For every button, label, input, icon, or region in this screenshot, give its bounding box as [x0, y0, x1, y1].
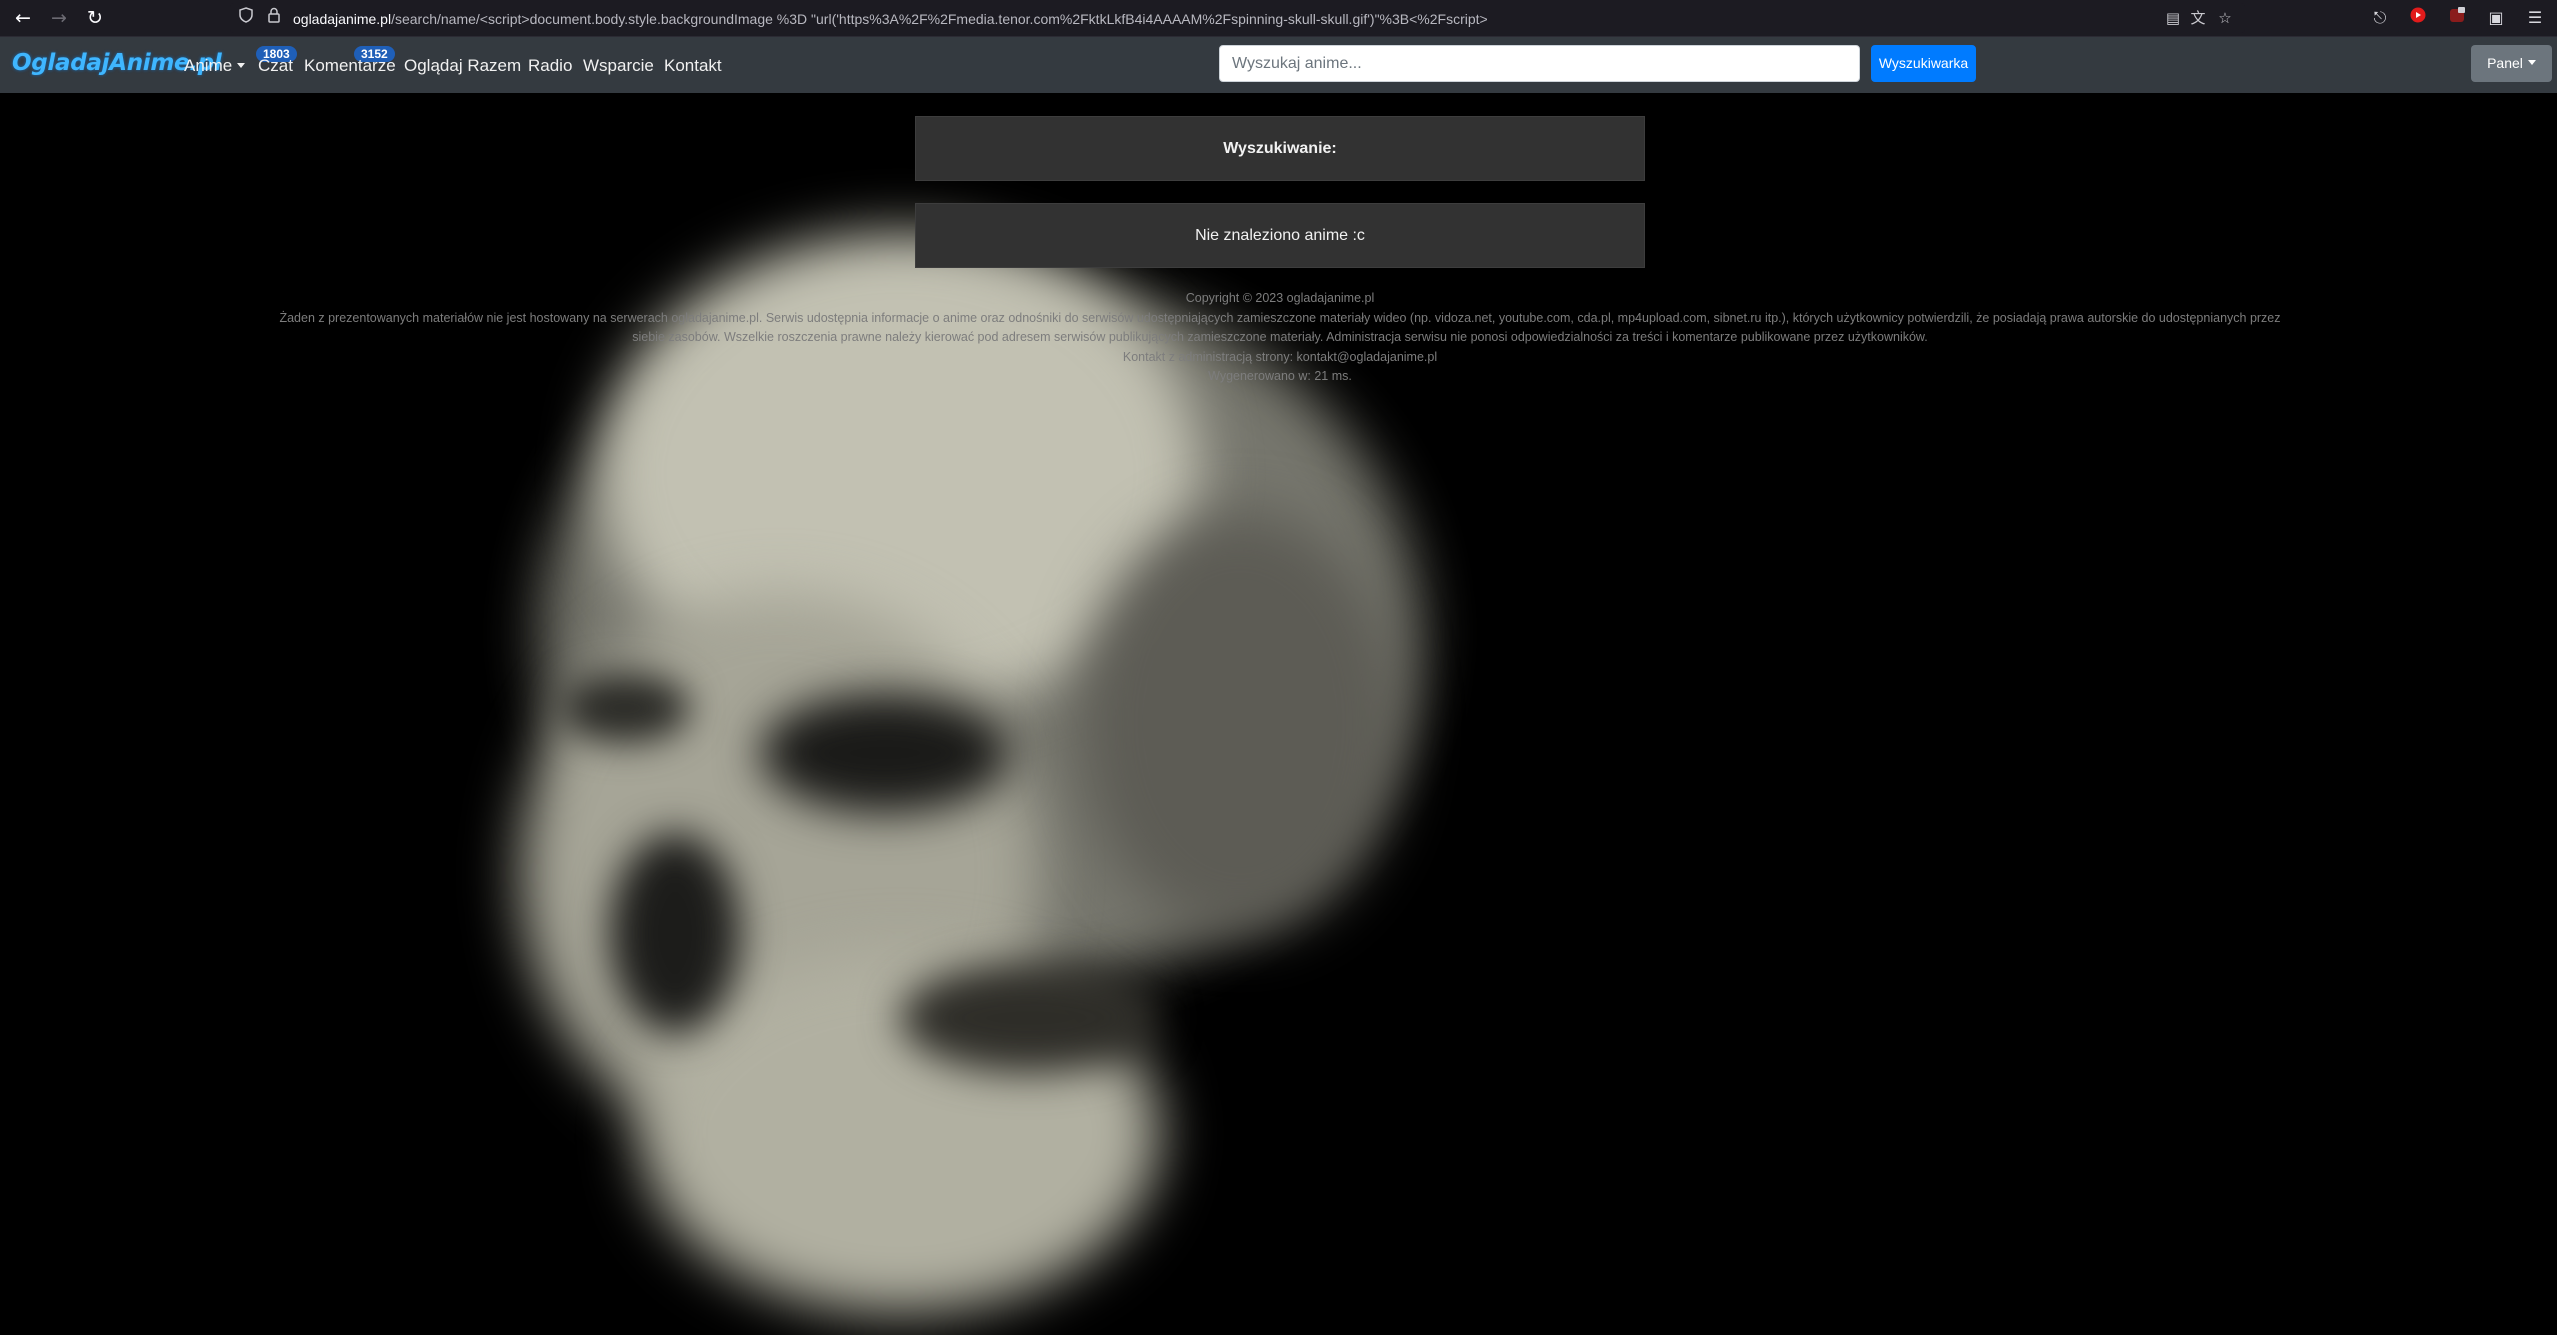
nav-radio[interactable]: Radio: [528, 55, 572, 77]
search-heading-card: Wyszukiwanie:: [915, 116, 1645, 181]
panel-button-label: Panel: [2487, 55, 2523, 71]
reload-icon[interactable]: ↻: [82, 5, 108, 31]
footer-contact: Kontakt z administracją strony: kontakt@…: [1122, 349, 1438, 364]
back-arrow-icon[interactable]: ←: [10, 5, 36, 31]
forward-arrow-icon[interactable]: →: [46, 5, 72, 31]
nav-ogladaj-razem[interactable]: Oglądaj Razem: [404, 55, 521, 77]
site-navbar: OgladajAnime.pl Anime 1803 Czat 3152 Kom…: [0, 37, 2557, 93]
addon-icon[interactable]: [2445, 6, 2469, 30]
nav-anime-label: Anime: [184, 56, 233, 75]
menu-icon[interactable]: ☰: [2523, 6, 2547, 30]
nav-czat[interactable]: Czat: [258, 55, 293, 77]
footer-generated-time: Wygenerowano w: 21 ms.: [1208, 369, 1352, 383]
nav-kontakt[interactable]: Kontakt: [664, 55, 722, 77]
youtube-icon[interactable]: [2406, 6, 2430, 30]
nav-anime-dropdown[interactable]: Anime: [184, 55, 246, 77]
translate-icon[interactable]: 文: [2188, 7, 2208, 29]
picture-in-picture-icon[interactable]: ▣: [2484, 6, 2508, 30]
no-results-card: Nie znaleziono anime :c: [915, 203, 1645, 268]
bookmark-star-icon[interactable]: ☆: [2215, 7, 2235, 29]
footer-disclaimer-line1: Żaden z prezentowanych materiałów nie je…: [279, 310, 2281, 325]
address-bar[interactable]: ogladajanime.pl/search/name/<script>docu…: [230, 3, 2245, 33]
url-domain: ogladajanime.pl: [293, 11, 392, 27]
search-input[interactable]: [1219, 45, 1860, 82]
panel-dropdown-button[interactable]: Panel: [2471, 45, 2552, 82]
nav-wsparcie[interactable]: Wsparcie: [583, 55, 654, 77]
url-path: /search/name/<script>document.body.style…: [391, 11, 1488, 27]
footer-disclaimer-line2: siebie zasobów. Wszelkie roszczenia praw…: [632, 330, 1928, 344]
shield-icon[interactable]: [236, 7, 256, 29]
lock-icon[interactable]: [264, 7, 284, 29]
search-button[interactable]: Wyszukiwarka: [1871, 45, 1976, 82]
reader-view-icon[interactable]: ▤: [2163, 7, 2183, 29]
chevron-down-icon: [2527, 60, 2536, 65]
extensions-icon[interactable]: ⎋: [2368, 6, 2392, 30]
nav-komentarze[interactable]: Komentarze: [304, 55, 396, 77]
url-text[interactable]: ogladajanime.pl/search/name/<script>docu…: [293, 10, 1488, 28]
browser-toolbar: ← → ↻ ogladajanime.pl/search/name/<scrip…: [0, 0, 2557, 37]
footer: Copyright © 2023 ogladajanime.pl Żaden z…: [230, 289, 2330, 387]
chevron-down-icon: [237, 63, 246, 68]
background-skull-image: [0, 93, 2557, 1335]
footer-copyright: Copyright © 2023 ogladajanime.pl: [1185, 291, 1375, 305]
